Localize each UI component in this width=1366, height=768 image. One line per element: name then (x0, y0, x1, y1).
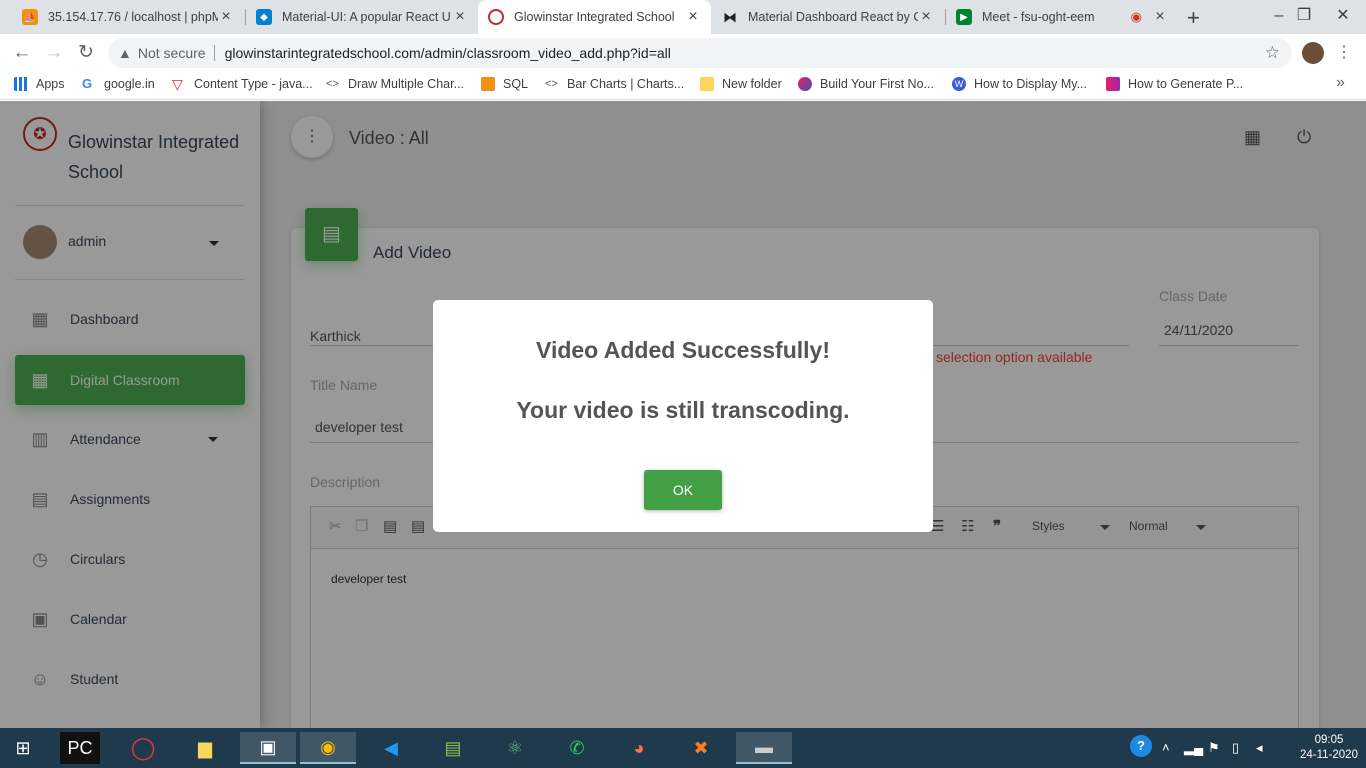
close-icon[interactable]: × (918, 8, 934, 26)
profile-avatar[interactable] (1302, 42, 1324, 64)
creative-tim-icon: ⧓ (723, 8, 737, 25)
help-icon[interactable]: ? (1130, 735, 1152, 757)
chrome-icon[interactable]: ◉ (300, 732, 356, 764)
bookmarks-bar: Apps Ggoogle.in ▽ Content Type - java... … (0, 72, 1366, 100)
window-close-button[interactable]: ✕ (1320, 0, 1366, 34)
code-icon: <> (545, 78, 558, 90)
bookmark-icon (1106, 77, 1120, 91)
tab-glowinstar[interactable]: Glowinstar Integrated School × (478, 0, 711, 34)
browser-tab-strip: ⛵ 35.154.17.76 / localhost | phpMyAdmin … (0, 0, 1366, 34)
close-icon[interactable]: × (452, 8, 468, 26)
close-icon[interactable]: × (685, 8, 701, 26)
dialog-message: Your video is still transcoding. (516, 397, 850, 423)
atom-icon[interactable]: ⚛ (492, 732, 538, 764)
file-explorer-icon[interactable]: ▆ (182, 732, 228, 764)
opera-icon[interactable]: ◯ (120, 732, 166, 764)
school-logo-icon (488, 9, 504, 25)
tutorialspoint-icon: ▽ (172, 76, 183, 92)
folder-icon (700, 77, 714, 91)
battery-icon[interactable]: ▯ (1232, 740, 1239, 756)
flag-icon[interactable]: ⚑ (1208, 740, 1220, 756)
tab-material-dashboard[interactable]: ⧓ Material Dashboard React by Creative T… (712, 0, 944, 34)
browser-menu-icon[interactable]: ⋮ (1336, 42, 1352, 62)
bookmark-draw-charts[interactable]: <> Draw Multiple Char... (326, 77, 464, 91)
bookmark-bar-charts[interactable]: <> Bar Charts | Charts... (545, 77, 684, 91)
bookmark-star-icon[interactable]: ☆ (1265, 43, 1280, 63)
whatsapp-icon[interactable]: ✆ (554, 732, 600, 764)
bookmark-apps[interactable]: Apps (14, 77, 65, 91)
recording-icon: ◉ (1130, 9, 1142, 24)
close-icon[interactable]: × (218, 8, 234, 26)
warning-icon[interactable]: ▲ (118, 45, 132, 61)
tab-title: Meet - fsu-oght-eem (982, 10, 1095, 24)
tab-google-meet[interactable]: ▶ Meet - fsu-oght-eem ◉ × (946, 0, 1178, 34)
bookmarks-overflow-icon[interactable]: » (1336, 74, 1345, 92)
tab-material-ui[interactable]: ◆ Material-UI: A popular React UI framew… (246, 0, 478, 34)
security-label[interactable]: Not secure (138, 45, 206, 61)
reload-icon[interactable]: ↻ (74, 41, 98, 65)
chevron-up-icon[interactable]: ˄ (1162, 740, 1170, 755)
phpmyadmin-icon: ⛵ (22, 9, 38, 25)
bookmark-new-folder[interactable]: New folder (700, 77, 782, 91)
sphere-icon (798, 77, 812, 91)
apps-grid-icon (14, 77, 28, 91)
new-tab-button[interactable]: + (1187, 5, 1200, 31)
success-dialog: Video Added Successfully! Your video is … (433, 300, 933, 532)
tab-title: Material-UI: A popular React UI framewor… (282, 10, 452, 24)
tab-phpmyadmin[interactable]: ⛵ 35.154.17.76 / localhost | phpMyAdmin … (12, 0, 244, 34)
system-clock[interactable]: 09:05 24-11-2020 (1296, 733, 1362, 763)
notepad-plus-icon[interactable]: ▤ (430, 732, 476, 764)
bookmark-google[interactable]: Ggoogle.in (82, 77, 155, 91)
tab-title: Material Dashboard React by Creative Tim (748, 10, 918, 24)
terminal-icon[interactable]: ▬ (736, 732, 792, 764)
bookmark-sql[interactable]: SQL (481, 77, 528, 91)
phpmyadmin-icon (481, 77, 495, 91)
back-icon[interactable]: ← (10, 41, 34, 65)
bookmark-generate[interactable]: How to Generate P... (1106, 77, 1243, 91)
clock-date: 24-11-2020 (1300, 749, 1358, 761)
wordpress-icon: W (952, 77, 966, 91)
forward-icon[interactable]: → (42, 41, 66, 65)
address-bar[interactable]: ▲ Not secure glowinstarintegratedschool.… (108, 38, 1292, 68)
google-icon: G (82, 77, 96, 91)
ok-button[interactable]: OK (644, 470, 722, 510)
code-icon: <> (326, 78, 339, 90)
speaker-icon[interactable]: ◂ (1256, 740, 1263, 756)
taskbar: ⊞ PC ◯ ▆ ▣ ◉ ◀ ▤ ⚛ ✆ ◕ ✖ ▬ ? ˄ ▂▄ ⚑ ▯ ◂ … (0, 728, 1366, 768)
dialog-title: Video Added Successfully! (536, 337, 830, 363)
bookmark-content-type[interactable]: ▽ Content Type - java... (172, 77, 313, 91)
url-text[interactable]: glowinstarintegratedschool.com/admin/cla… (225, 45, 671, 61)
material-ui-icon: ◆ (256, 9, 272, 25)
xampp-icon[interactable]: ✖ (678, 732, 724, 764)
google-meet-icon: ▶ (956, 9, 972, 25)
signal-icon[interactable]: ▂▄ (1184, 740, 1203, 756)
bookmark-display[interactable]: W How to Display My... (952, 77, 1087, 91)
vscode-icon[interactable]: ◀ (368, 732, 414, 764)
tab-title: Glowinstar Integrated School (514, 10, 675, 24)
clock-time: 09:05 (1314, 734, 1344, 746)
close-icon[interactable]: × (1152, 8, 1168, 26)
firefox-icon[interactable]: ◕ (616, 732, 662, 764)
bookmark-build-first[interactable]: Build Your First No... (798, 77, 934, 91)
app-window-icon[interactable]: ▣ (240, 732, 296, 764)
windows-start-icon[interactable]: ⊞ (0, 732, 46, 764)
browser-toolbar: ← → ↻ ▲ Not secure glowinstarintegrateds… (0, 34, 1366, 72)
pycharm-icon[interactable]: PC (60, 732, 100, 764)
tab-title: 35.154.17.76 / localhost | phpMyAdmin (48, 10, 218, 24)
